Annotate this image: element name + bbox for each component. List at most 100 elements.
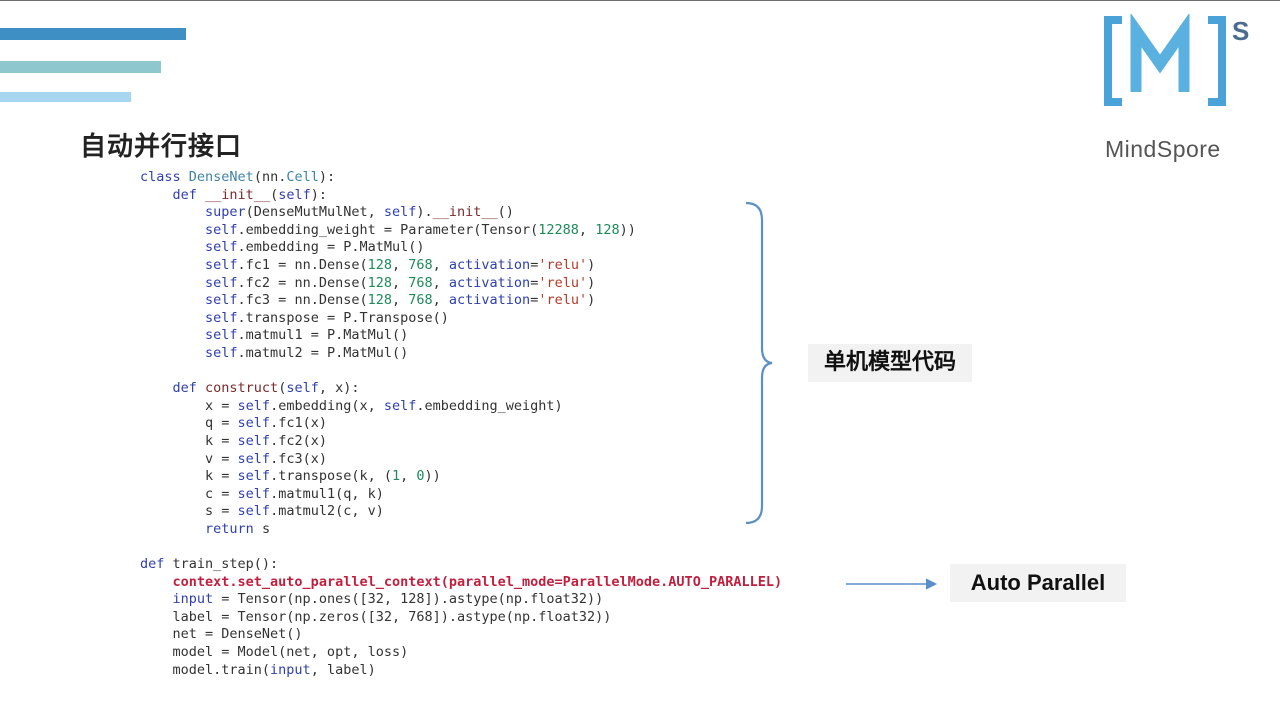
code-line: label = Tensor(np.zeros([32, 768]).astyp…: [140, 609, 782, 627]
code-token: (: [270, 186, 279, 203]
code-token: train_step():: [172, 556, 279, 573]
code-token: activation: [448, 256, 531, 273]
code-token: ,: [400, 468, 417, 485]
code-token: , x):: [318, 380, 360, 397]
code-token: input: [270, 661, 311, 678]
code-token: model = Model(net, opt, loss): [140, 644, 409, 661]
code-line: def __init__(self):: [140, 187, 782, 205]
code-token: self: [205, 239, 238, 256]
decor-bar-1: [0, 28, 186, 40]
code-line: q = self.fc1(x): [140, 415, 782, 433]
code-token: super: [205, 204, 246, 221]
code-token: ): [587, 256, 596, 273]
auto-parallel-label: Auto Parallel: [950, 564, 1126, 602]
code-token: self: [286, 380, 319, 397]
code-line: def construct(self, x):: [140, 380, 782, 398]
code-token: .embedding = P.MatMul(): [237, 239, 425, 256]
code-token: 768: [408, 274, 433, 291]
code-line: net = DenseNet(): [140, 626, 782, 644]
code-token: s: [253, 520, 271, 537]
code-token: class: [140, 169, 189, 185]
code-token: c =: [140, 485, 238, 502]
code-token: .fc2 = nn.Dense(: [237, 274, 368, 291]
code-token: model.train(: [140, 661, 271, 678]
code-line: self.fc3 = nn.Dense(128, 768, activation…: [140, 292, 782, 310]
code-token: 'relu': [538, 274, 588, 291]
code-token: ,: [432, 256, 449, 273]
code-line: class DenseNet(nn.Cell):: [140, 169, 782, 187]
code-token: 1: [391, 468, 401, 485]
code-token: return: [205, 520, 254, 537]
code-token: self: [237, 415, 271, 432]
code-token: self: [383, 204, 417, 221]
code-token: def: [172, 380, 206, 397]
decor-bar-3: [0, 92, 131, 102]
code-token: .matmul2 = P.MatMul(): [237, 344, 409, 361]
code-line: self.fc2 = nn.Dense(128, 768, activation…: [140, 275, 782, 293]
code-line: self.embedding = P.MatMul(): [140, 239, 782, 257]
code-token: ,: [432, 274, 449, 291]
code-line: v = self.fc3(x): [140, 451, 782, 469]
code-line: context.set_auto_parallel_context(parall…: [140, 573, 783, 592]
code-line: k = self.transpose(k, (1, 0)): [140, 468, 782, 486]
code-line: model.train(input, label): [140, 662, 782, 680]
mindspore-logo: S MindSpore: [1100, 14, 1260, 162]
code-token: , label): [310, 661, 376, 678]
code-token: .transpose = P.Transpose(): [237, 309, 449, 326]
code-token: )): [619, 221, 636, 238]
code-token: self: [205, 327, 238, 344]
code-token: self: [237, 468, 271, 485]
code-token: __init__: [432, 204, 498, 221]
code-line: s = self.matmul2(c, v): [140, 503, 782, 521]
logo-text: MindSpore: [1105, 136, 1221, 162]
code-token: (DenseMutMulNet,: [245, 204, 384, 221]
code-token: 128: [367, 256, 392, 273]
code-token: (nn.: [253, 169, 287, 185]
code-token: self: [205, 344, 238, 361]
code-token: ):: [310, 186, 327, 203]
code-line: x = self.embedding(x, self.embedding_wei…: [140, 398, 782, 416]
code-token: ): [587, 274, 596, 291]
code-token: self: [237, 503, 271, 520]
code-token: v =: [140, 450, 238, 467]
arrow-right-icon: [846, 578, 938, 590]
code-token: 768: [408, 256, 433, 273]
code-token: .matmul1 = P.MatMul(): [237, 327, 409, 344]
code-token: DenseNet: [188, 169, 254, 185]
decor-bar-2: [0, 61, 161, 73]
code-token: )): [424, 468, 441, 485]
code-token: context.set_auto_parallel_context(parall…: [172, 573, 783, 590]
code-line: k = self.fc2(x): [140, 433, 782, 451]
top-border-line: [0, 0, 1280, 1]
code-token: .fc3(x): [270, 450, 327, 467]
code-line: super(DenseMutMulNet, self).__init__(): [140, 204, 782, 222]
code-token: .fc3 = nn.Dense(: [237, 292, 368, 309]
code-token: self: [205, 292, 238, 309]
code-line: input = Tensor(np.ones([32, 128]).astype…: [140, 591, 782, 609]
code-token: input: [172, 591, 214, 608]
code-token: k =: [140, 432, 238, 449]
code-token: self: [278, 186, 311, 203]
code-token: x =: [140, 397, 238, 414]
code-token: 128: [367, 274, 392, 291]
code-token: q =: [140, 415, 238, 432]
code-token: ,: [432, 292, 449, 309]
code-token: .fc1(x): [270, 415, 327, 432]
code-line: return s: [140, 521, 782, 539]
code-token: activation: [448, 274, 531, 291]
svg-text:S: S: [1232, 16, 1249, 46]
code-token: k =: [140, 468, 238, 485]
code-block: class DenseNet(nn.Cell): def __init__(se…: [140, 169, 782, 679]
code-token: ,: [578, 221, 596, 238]
code-token: 128: [367, 292, 392, 309]
code-token: ,: [391, 256, 409, 273]
code-token: 'relu': [538, 292, 588, 309]
